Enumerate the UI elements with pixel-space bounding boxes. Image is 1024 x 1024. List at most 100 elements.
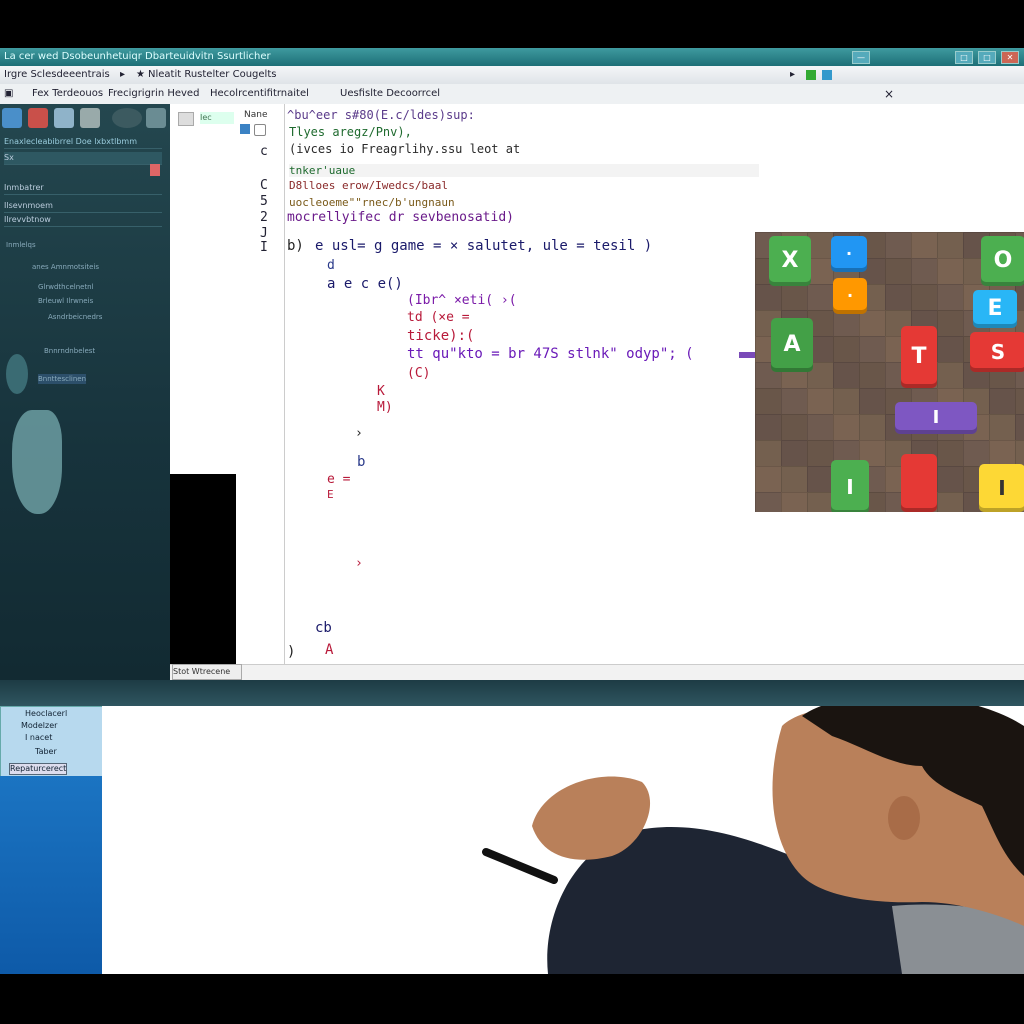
maximize-button[interactable]: □ — [955, 51, 973, 64]
letter-tile[interactable]: A — [771, 318, 813, 372]
tab-3[interactable]: Hecolrcentifitrnaitel — [210, 84, 309, 104]
fold-icon[interactable] — [254, 124, 266, 136]
sidebar-item-4[interactable]: Ilrevvbtnow — [4, 214, 162, 227]
sidebar-subitem[interactable]: anes Amnmotsiteis — [32, 262, 99, 272]
code-line[interactable]: tt qu"kto = br 47S stlnk" odyp"; ( — [407, 346, 694, 362]
lower-sidebar-item[interactable]: Taber — [35, 747, 57, 757]
code-line[interactable]: › — [355, 556, 363, 571]
close-window-button[interactable]: ✕ — [1001, 51, 1019, 64]
code-line[interactable]: (Ibr^ ×eti( ›( — [407, 293, 517, 308]
code-line[interactable]: A — [325, 642, 333, 658]
code-prefix: b) — [287, 238, 304, 254]
sidebar-subitem[interactable]: Inmlelqs — [6, 240, 36, 250]
lower-sidebar-item[interactable]: Heoclacerl — [25, 709, 67, 719]
lower-sidebar-item[interactable]: Repaturcerect — [9, 763, 68, 775]
bookmark-icon[interactable] — [240, 124, 250, 134]
letter-tile[interactable]: O — [981, 236, 1024, 286]
grid-cell — [937, 284, 965, 312]
home-icon[interactable]: ▣ — [4, 84, 13, 104]
panel-icon[interactable] — [178, 112, 194, 126]
code-header-line[interactable]: ^bu^eer s#80(E.c/ldes)sup: — [287, 108, 475, 122]
letter-tile[interactable]: S — [970, 332, 1024, 372]
panel-tab[interactable]: Iec — [200, 112, 234, 124]
letter-tile[interactable]: · — [833, 278, 867, 314]
code-line[interactable]: cb — [315, 620, 332, 636]
letter-tile[interactable]: · — [831, 236, 867, 272]
sidebar-subitem[interactable]: Bnnttesclinen — [38, 374, 87, 384]
letter-tile[interactable]: I — [831, 460, 869, 512]
code-line[interactable]: (C) — [407, 366, 430, 381]
run-icon[interactable] — [54, 108, 74, 128]
grid-cell — [937, 310, 965, 338]
tab-4[interactable]: Uesfislte Decoorrcel — [340, 84, 440, 104]
grid-cell — [781, 440, 809, 468]
screen-bezel — [0, 974, 1024, 1024]
tree-decoration — [6, 354, 28, 394]
settings-icon[interactable] — [146, 108, 166, 128]
letter-tile[interactable]: I — [979, 464, 1024, 512]
code-line[interactable]: b — [357, 454, 365, 470]
restore-button[interactable]: □ — [978, 51, 996, 64]
file-icon[interactable] — [2, 108, 22, 128]
code-header-line[interactable]: uocleoeme""rnec/b'ungnaun — [289, 196, 455, 209]
lower-window-titlebar — [0, 680, 1024, 706]
lower-sidebar-item[interactable]: I nacet — [25, 733, 52, 743]
code-line[interactable]: a e c e() — [327, 276, 403, 292]
code-line[interactable]: e = — [327, 472, 350, 487]
code-line[interactable]: › — [355, 426, 363, 441]
close-tab-icon[interactable]: × — [884, 84, 894, 104]
error-marker-icon — [150, 164, 160, 176]
letter-tile[interactable]: X — [769, 236, 811, 286]
tab-1[interactable]: Fex Terdeouos — [32, 84, 103, 104]
forward-arrow-icon[interactable]: ▸ — [120, 66, 125, 84]
letter-tile[interactable]: T — [901, 326, 937, 388]
tab-2[interactable]: Frecigrigrin Heved — [108, 84, 199, 104]
code-line[interactable]: M) — [377, 400, 393, 415]
address-right-text[interactable]: Nleatit Rustelter Cougelts — [148, 66, 276, 84]
code-header-line[interactable]: mocrellyifec dr sevbenosatid) — [287, 210, 514, 225]
grid-cell — [859, 414, 887, 442]
code-line[interactable]: ticke):( — [407, 328, 474, 344]
grid-cell — [885, 232, 913, 260]
sidebar-item-2[interactable]: Inmbatrer — [4, 182, 162, 195]
lower-panel-blue — [0, 776, 102, 974]
grid-cell — [833, 414, 861, 442]
address-bar: Irgre Sclesdeeentrais ▸ ★ Nleatit Rustel… — [0, 66, 1024, 84]
grid-cell — [989, 388, 1017, 416]
minimize-button[interactable]: — — [852, 51, 870, 64]
game-preview[interactable]: X · O · E A T S I I I — [755, 232, 1024, 512]
grid-cell — [989, 414, 1017, 442]
sidebar-subitem[interactable]: Asndrbeicnedrs — [48, 312, 102, 322]
code-line[interactable]: e usl= g game = × salutet, ule = tesil ) — [315, 238, 652, 254]
sidebar-subitem[interactable]: Bnnrndnbelest — [44, 346, 95, 356]
grid-cell — [1015, 414, 1024, 442]
grid-cell — [807, 414, 835, 442]
sidebar-item-1[interactable]: Sx — [4, 152, 162, 165]
globe-icon[interactable] — [112, 108, 142, 128]
lower-sidebar-item[interactable]: Modelzer — [21, 721, 57, 731]
refresh-icon[interactable] — [822, 70, 832, 80]
sidebar-subitem[interactable]: Brleuwl Ilrwneis — [38, 296, 93, 306]
code-header-line[interactable]: D8lloes erow/Iwedcs/baal — [289, 179, 448, 192]
code-header-line[interactable]: tnker'uaue — [289, 164, 759, 177]
code-line[interactable]: E — [327, 488, 334, 501]
window-title: La cer wed Dsobeunhetuiqr Dbarteuidvitn … — [4, 51, 271, 62]
sidebar-item-3[interactable]: Ilsevnmoem — [4, 200, 162, 213]
letter-tile[interactable]: I — [895, 402, 977, 434]
code-line[interactable]: td (×e = — [407, 310, 470, 325]
code-header-line[interactable]: Tlyes aregz/Pnv), — [289, 125, 412, 139]
sidebar-subitem[interactable]: Glrwdthcelnetnl — [38, 282, 94, 292]
grid-cell — [755, 466, 783, 494]
grid-cell — [833, 310, 861, 338]
grid-cell — [911, 232, 939, 260]
code-line[interactable]: d — [327, 258, 335, 273]
code-header-line[interactable]: (ivces io Freagrlihy.ssu leot at — [289, 142, 520, 156]
debug-icon[interactable] — [80, 108, 100, 128]
save-icon[interactable] — [28, 108, 48, 128]
address-left-text[interactable]: Irgre Sclesdeeentrais — [4, 66, 110, 84]
grid-cell — [859, 310, 887, 338]
letter-tile[interactable] — [901, 454, 937, 512]
code-line[interactable]: K — [377, 384, 385, 399]
letter-tile[interactable]: E — [973, 290, 1017, 328]
go-arrow-icon[interactable]: ▸ — [790, 66, 795, 84]
